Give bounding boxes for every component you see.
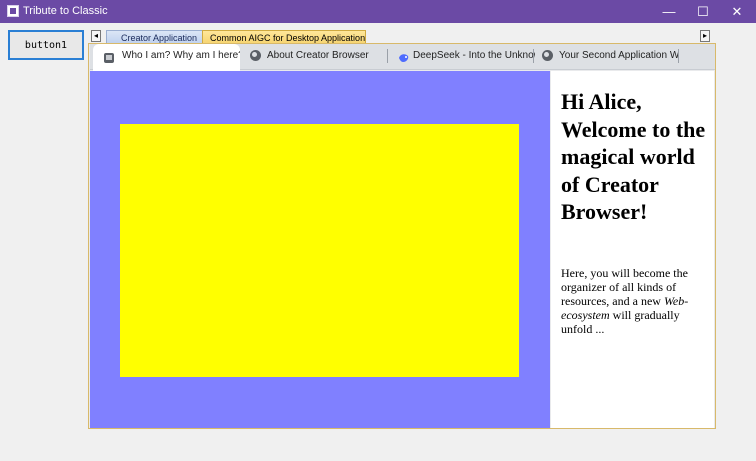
close-button[interactable]: ✕ — [720, 0, 754, 23]
browser-tab-label: Your Second Application We — [559, 50, 679, 61]
minimize-button[interactable]: — — [652, 0, 686, 23]
welcome-description: Here, you will become the organizer of a… — [561, 266, 711, 336]
browser-tab-label: DeepSeek - Into the Unknow — [413, 50, 535, 61]
welcome-heading: Hi Alice, Welcome to the magical world o… — [561, 89, 706, 224]
window-title-bar: Tribute to Classic — ☐ ✕ — [0, 0, 756, 23]
browser-tab-who-am-i[interactable]: Who I am? Why am I here? — [93, 44, 240, 71]
browser-tab-about-creator[interactable]: About Creator Browser — [240, 44, 388, 70]
tab-scroll-left-button[interactable]: ◂ — [91, 30, 101, 42]
tab-label: Creator Application — [121, 33, 198, 43]
tab-separator — [533, 49, 534, 63]
app-icon — [7, 5, 19, 17]
maximize-button[interactable]: ☐ — [686, 0, 720, 23]
globe-icon — [250, 50, 262, 62]
page-icon — [103, 50, 115, 63]
browser-tab-label: About Creator Browser — [267, 50, 369, 61]
button1[interactable]: button1 — [8, 30, 84, 60]
tab-label: Common AIGC for Desktop Application — [210, 33, 366, 43]
browser-tab-second-application[interactable]: Your Second Application We — [535, 44, 679, 70]
tab-scroll-right-button[interactable]: ▸ — [700, 30, 710, 42]
yellow-box — [120, 124, 519, 377]
globe-icon — [542, 50, 554, 62]
deepseek-icon — [398, 50, 410, 62]
browser-tab-label: Who I am? Why am I here? — [122, 50, 240, 61]
browser-tab-deepseek[interactable]: DeepSeek - Into the Unknow — [388, 44, 535, 70]
window-title: Tribute to Classic — [23, 5, 108, 17]
tab-separator — [678, 49, 679, 63]
